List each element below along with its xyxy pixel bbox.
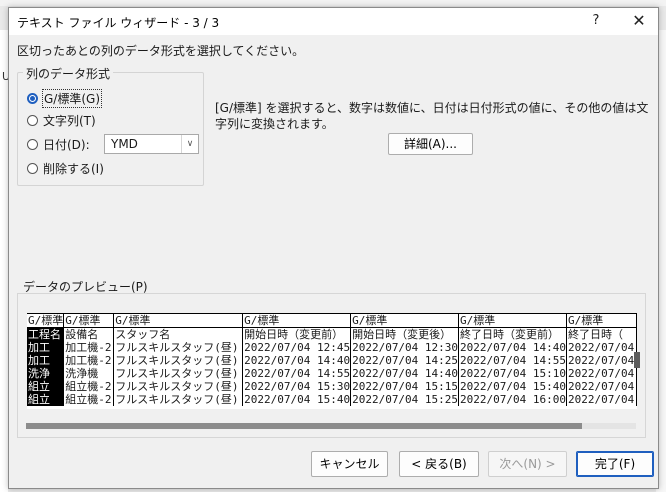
dialog-title: テキスト ファイル ウィザード - 3 / 3: [17, 16, 220, 30]
background-ribbon-strip: [0, 0, 666, 6]
advanced-button[interactable]: 詳細(A)...: [388, 133, 473, 155]
preview-col-header[interactable]: G/標準: [27, 313, 65, 328]
radio-skip[interactable]: 削除する(I): [27, 159, 104, 177]
radio-date[interactable]: 日付(D):: [27, 135, 90, 153]
radio-date-indicator[interactable]: [27, 138, 38, 150]
preview-cell[interactable]: 組立: [27, 380, 65, 393]
preview-cell[interactable]: 組立機-2: [63, 380, 115, 393]
radio-text[interactable]: 文字列(T): [27, 111, 96, 129]
preview-horizontal-scroll-thumb[interactable]: [26, 423, 582, 429]
preview-header-row: G/標準 G/標準 G/標準 G/標準 G/標準 G/標準 G/標準: [27, 313, 637, 328]
preview-grid-viewport[interactable]: G/標準 G/標準 G/標準 G/標準 G/標準 G/標準 G/標準 工程名 設…: [27, 313, 637, 409]
preview-cell[interactable]: 2022/07/04: [566, 380, 637, 393]
radio-general-indicator[interactable]: [27, 92, 38, 104]
instruction-text: 区切ったあとの列のデータ形式を選択してください。: [17, 44, 305, 58]
radio-general[interactable]: G/標準(G): [27, 88, 103, 108]
preview-cell[interactable]: 加工機-2: [63, 341, 115, 354]
preview-cell[interactable]: 2022/07/04 14:25: [350, 354, 460, 367]
preview-cell[interactable]: 2022/07/04 12:30: [350, 341, 460, 354]
preview-cell[interactable]: フルスキルスタッフ(昼): [113, 393, 244, 406]
radio-general-label[interactable]: G/標準(G): [41, 88, 103, 108]
chevron-down-icon[interactable]: ∨: [181, 135, 198, 153]
preview-row: 加工 加工機-2 フルスキルスタッフ(昼) 2022/07/04 12:45 2…: [27, 341, 637, 354]
radio-text-indicator[interactable]: [27, 114, 38, 126]
preview-cell[interactable]: 2022/07/04 15:25: [350, 393, 460, 406]
preview-cell[interactable]: フルスキルスタッフ(昼): [113, 354, 244, 367]
radio-text-label[interactable]: 文字列(T): [43, 112, 96, 129]
preview-cell[interactable]: 洗浄: [27, 367, 65, 380]
background-sheet-left: U: [0, 30, 10, 492]
preview-cell[interactable]: 開始日時（変更前）: [242, 327, 352, 341]
preview-horizontal-scrollbar[interactable]: [26, 423, 636, 429]
preview-col-header[interactable]: G/標準: [566, 313, 637, 328]
preview-cell[interactable]: 2022/07/04 14:40: [242, 354, 352, 367]
preview-cell[interactable]: 2022/07/04 14:55: [242, 367, 352, 380]
preview-cell[interactable]: 2022/07/04 15:40: [242, 393, 352, 406]
radio-date-label[interactable]: 日付(D):: [43, 136, 90, 153]
format-description: [G/標準] を選択すると、数字は数値に、日付は日付形式の値に、その他の値は文字…: [215, 101, 649, 131]
preview-cell[interactable]: 工程名: [27, 327, 65, 341]
preview-table: G/標準 G/標準 G/標準 G/標準 G/標準 G/標準 G/標準 工程名 設…: [27, 313, 637, 406]
close-button[interactable]: ✕: [623, 10, 655, 32]
preview-cell[interactable]: 2022/07/04 15:15: [350, 380, 460, 393]
preview-row: 工程名 設備名 スタッフ名 開始日時（変更前） 開始日時（変更後） 終了日時（変…: [27, 327, 637, 341]
column-format-group: 列のデータ形式 G/標準(G) 文字列(T) 日付(D): YMD ∨ 削除する…: [17, 65, 204, 186]
preview-cell[interactable]: 2022/07/04 16:00: [458, 393, 568, 406]
column-format-legend: 列のデータ形式: [23, 65, 114, 82]
cancel-button[interactable]: キャンセル: [311, 451, 388, 477]
preview-cell[interactable]: 2022/07/04 14:55: [458, 354, 568, 367]
preview-cell[interactable]: スタッフ名: [113, 327, 244, 341]
preview-row: 加工 加工機-2 フルスキルスタッフ(昼) 2022/07/04 14:40 2…: [27, 354, 637, 367]
preview-cell[interactable]: フルスキルスタッフ(昼): [113, 367, 244, 380]
preview-col-header[interactable]: G/標準: [458, 313, 568, 328]
radio-skip-label[interactable]: 削除する(I): [43, 160, 104, 177]
preview-cell[interactable]: 組立: [27, 393, 65, 406]
preview-cell[interactable]: 2022/07/04 12:45: [242, 341, 352, 354]
preview-cell[interactable]: 加工機-2: [63, 354, 115, 367]
preview-vertical-scrollbar[interactable]: [634, 352, 640, 368]
preview-cell[interactable]: 2022/07/04 15:10: [458, 367, 568, 380]
preview-cell[interactable]: 2022/07/04: [566, 367, 637, 380]
preview-cell[interactable]: 2022/07/04: [566, 393, 637, 406]
date-format-select[interactable]: YMD ∨: [104, 134, 199, 154]
preview-cell[interactable]: 組立機-2: [63, 393, 115, 406]
preview-col-header[interactable]: G/標準: [113, 313, 244, 328]
preview-cell[interactable]: 2022/07/04: [566, 354, 637, 367]
preview-cell[interactable]: 洗浄機: [63, 367, 115, 380]
preview-cell[interactable]: 設備名: [63, 327, 115, 341]
text-import-wizard-dialog: テキスト ファイル ウィザード - 3 / 3 ? ✕ 区切ったあとの列のデータ…: [8, 7, 659, 489]
preview-row: 洗浄 洗浄機 フルスキルスタッフ(昼) 2022/07/04 14:55 202…: [27, 367, 637, 380]
preview-cell[interactable]: 終了日時（: [566, 327, 637, 341]
finish-button[interactable]: 完了(F): [576, 451, 654, 477]
preview-row: 組立 組立機-2 フルスキルスタッフ(昼) 2022/07/04 15:30 2…: [27, 380, 637, 393]
preview-cell[interactable]: 2022/07/04 14:40: [458, 341, 568, 354]
preview-col-header[interactable]: G/標準: [350, 313, 460, 328]
next-button[interactable]: 次へ(N) >: [488, 451, 567, 477]
preview-cell[interactable]: 加工: [27, 341, 65, 354]
preview-cell[interactable]: フルスキルスタッフ(昼): [113, 380, 244, 393]
preview-cell[interactable]: 終了日時（変更前）: [458, 327, 568, 341]
preview-col-header[interactable]: G/標準: [63, 313, 115, 328]
back-button[interactable]: < 戻る(B): [399, 451, 479, 477]
date-format-value: YMD: [111, 137, 138, 151]
data-preview: G/標準 G/標準 G/標準 G/標準 G/標準 G/標準 G/標準 工程名 設…: [17, 293, 646, 438]
preview-cell[interactable]: 2022/07/04: [566, 341, 637, 354]
preview-cell[interactable]: 2022/07/04 15:30: [242, 380, 352, 393]
preview-cell[interactable]: 2022/07/04 14:40: [350, 367, 460, 380]
help-button[interactable]: ?: [584, 10, 608, 32]
preview-cell[interactable]: 2022/07/04 15:40: [458, 380, 568, 393]
preview-row: 組立 組立機-2 フルスキルスタッフ(昼) 2022/07/04 15:40 2…: [27, 393, 637, 406]
preview-cell[interactable]: 加工: [27, 354, 65, 367]
preview-cell[interactable]: フルスキルスタッフ(昼): [113, 341, 244, 354]
title-bar: テキスト ファイル ウィザード - 3 / 3 ? ✕: [9, 8, 658, 35]
preview-cell[interactable]: 開始日時（変更後）: [350, 327, 460, 341]
radio-skip-indicator[interactable]: [27, 162, 38, 174]
preview-col-header[interactable]: G/標準: [242, 313, 352, 328]
